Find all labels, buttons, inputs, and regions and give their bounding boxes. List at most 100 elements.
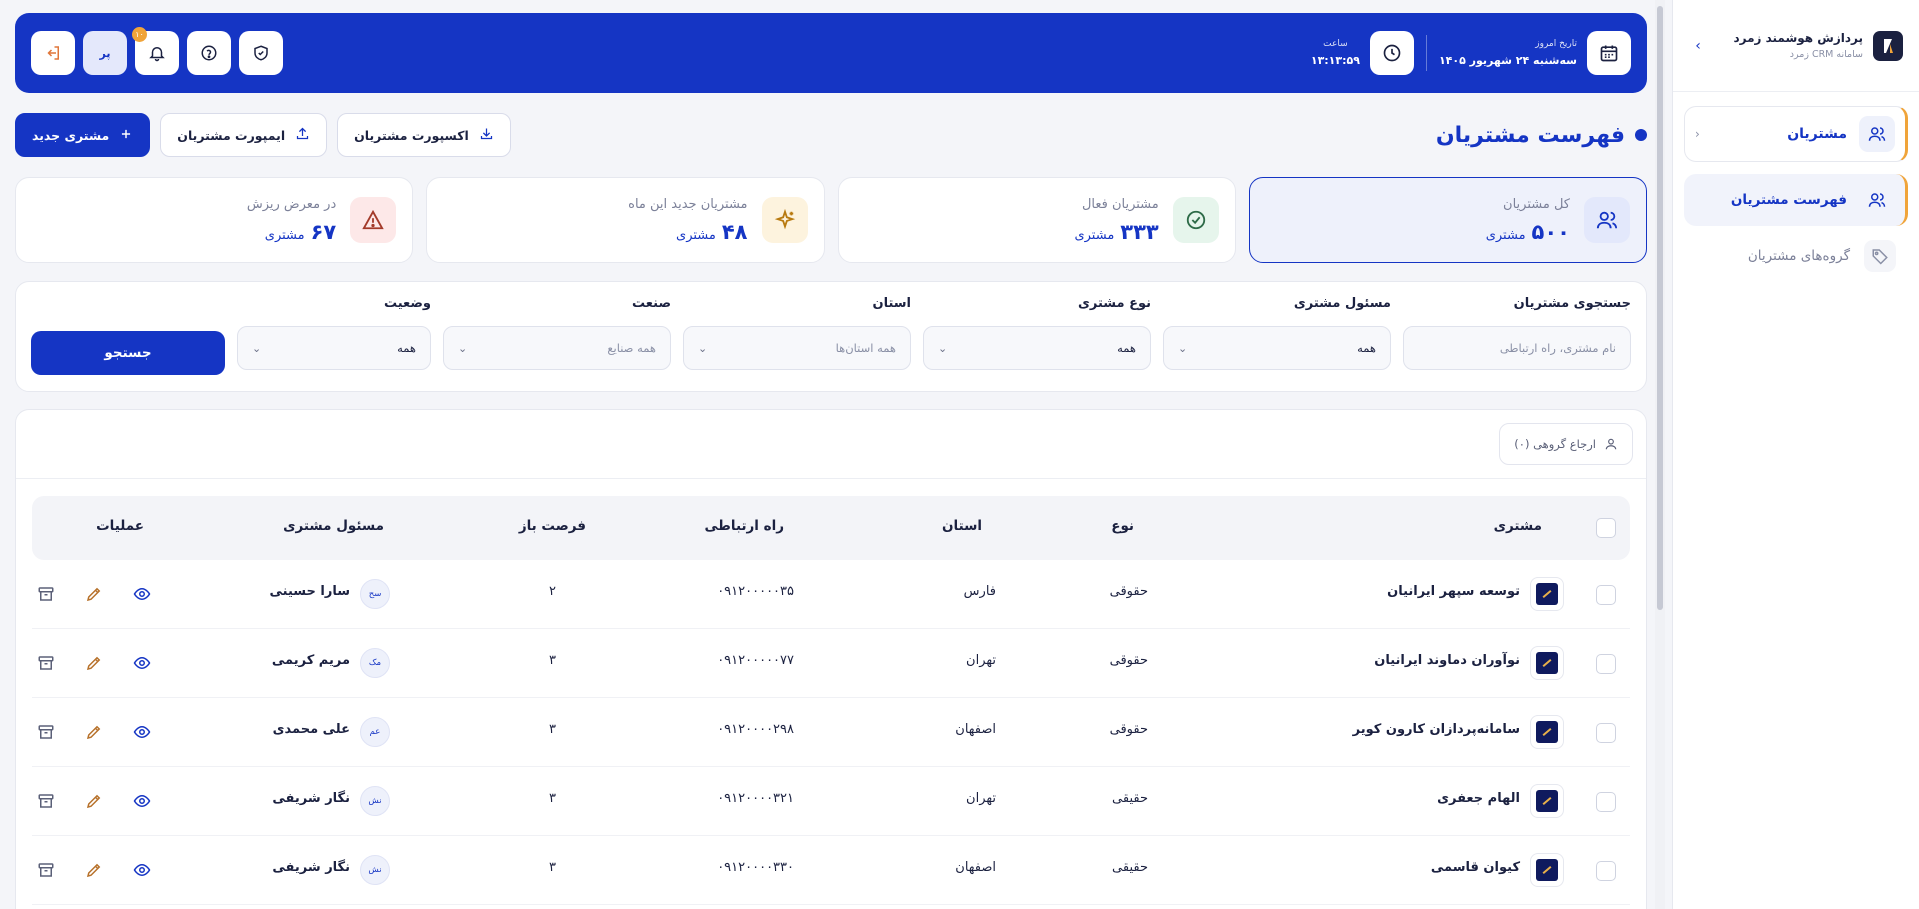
- select-all-checkbox[interactable]: [1596, 518, 1616, 538]
- customer-type: حقیقی: [1112, 791, 1148, 806]
- table-row[interactable]: سامانه‌پردازان کارون کویر حقوقی اصفهان ۰…: [32, 698, 1630, 767]
- sidebar-item-label: فهرست مشتریان: [1730, 192, 1847, 208]
- clock-icon[interactable]: [1369, 31, 1414, 75]
- customer-name[interactable]: سامانه‌پردازان کارون کویر: [1353, 722, 1520, 737]
- view-button[interactable]: [130, 582, 154, 606]
- sidebar-collapse-icon[interactable]: ›: [1687, 38, 1709, 54]
- sidebar-item-customer-groups[interactable]: گروه‌های مشتریان: [1684, 230, 1908, 282]
- archive-button[interactable]: [34, 789, 58, 813]
- customer-province: تهران: [966, 653, 996, 668]
- table-row[interactable]: الهام جعفری حقیقی تهران ۰۹۱۲۰۰۰۰۳۲۱ ۳ نش…: [32, 767, 1630, 836]
- stat-unit: مشتری: [1074, 227, 1115, 243]
- customer-name[interactable]: الهام جعفری: [1437, 791, 1520, 806]
- import-customers-button[interactable]: ایمپورت مشتریان: [160, 113, 328, 157]
- stat-label: مشتریان فعال: [1081, 196, 1159, 212]
- customer-type: حقوقی: [1109, 584, 1148, 599]
- search-input[interactable]: نام مشتری، راه ارتباطی: [1403, 326, 1631, 370]
- status-select[interactable]: همه ⌄: [237, 326, 431, 370]
- customer-logo: [1530, 577, 1564, 611]
- row-checkbox[interactable]: [1596, 585, 1616, 605]
- customer-name[interactable]: نوآوران دماوند ایرانیان: [1374, 653, 1520, 668]
- stat-card-churn-risk[interactable]: در معرض ریزش ۶۷ مشتری: [15, 177, 414, 263]
- archive-icon: [38, 656, 54, 670]
- column-province[interactable]: استان: [942, 518, 982, 534]
- security-button[interactable]: [239, 31, 283, 75]
- archive-button[interactable]: [34, 858, 58, 882]
- eye-icon: [133, 587, 151, 601]
- owner-name: علی محمدی: [272, 722, 350, 737]
- stat-card-active[interactable]: مشتریان فعال ۳۳۳ مشتری: [837, 177, 1236, 263]
- pencil-icon: [86, 863, 101, 878]
- customer-logo: [1530, 646, 1564, 680]
- top-header: تاریخ امروز سه‌شنبه ۲۴ شهریور ۱۴۰۵ ساعت …: [15, 13, 1647, 93]
- open-opportunities: ۳: [549, 791, 556, 806]
- logout-button[interactable]: [31, 31, 75, 75]
- notifications-button[interactable]: ۱۰: [132, 27, 179, 75]
- chevron-down-icon: ⌄: [698, 341, 708, 355]
- edit-button[interactable]: [82, 858, 106, 882]
- new-customer-button[interactable]: مشتری جدید: [15, 113, 151, 157]
- help-button[interactable]: [187, 31, 231, 75]
- column-open-opportunities[interactable]: فرصت باز: [519, 518, 586, 534]
- industry-select[interactable]: همه صنایع ⌄: [443, 326, 671, 370]
- row-checkbox[interactable]: [1596, 723, 1616, 743]
- sidebar-item-customer-list[interactable]: فهرست مشتریان: [1684, 174, 1908, 226]
- avatar[interactable]: پر: [83, 31, 127, 75]
- customer-name[interactable]: کیوان قاسمی: [1431, 860, 1520, 875]
- open-opportunities: ۳: [549, 722, 556, 737]
- archive-button[interactable]: [34, 651, 58, 675]
- import-customers-label: ایمپورت مشتریان: [177, 127, 286, 143]
- chevron-down-icon: ⌄: [252, 341, 262, 355]
- view-button[interactable]: [130, 789, 154, 813]
- edit-button[interactable]: [82, 651, 106, 675]
- edit-button[interactable]: [82, 720, 106, 744]
- column-owner[interactable]: مسئول مشتری: [283, 518, 384, 534]
- edit-button[interactable]: [82, 789, 106, 813]
- filters-panel: جستجوی مشتریان نام مشتری، راه ارتباطی مس…: [15, 281, 1647, 392]
- owner-name: نگار شریفی: [272, 860, 350, 875]
- sidebar-group-customers[interactable]: مشتریان ‹: [1684, 106, 1908, 162]
- customer-contact: ۰۹۱۲۰۰۰۰۳۲۱: [717, 791, 794, 806]
- row-checkbox[interactable]: [1596, 792, 1616, 812]
- archive-button[interactable]: [34, 582, 58, 606]
- table-row[interactable]: توسعه سپهر ایرانیان حقوقی فارس ۰۹۱۲۰۰۰۰۰…: [32, 560, 1630, 629]
- view-button[interactable]: [130, 720, 154, 744]
- owner-name: نگار شریفی: [272, 791, 350, 806]
- view-button[interactable]: [130, 858, 154, 882]
- owner-select[interactable]: همه ⌄: [1163, 326, 1391, 370]
- row-checkbox[interactable]: [1596, 861, 1616, 881]
- customer-type: حقوقی: [1109, 653, 1148, 668]
- group-assign-button[interactable]: ارجاع گروهی (۰): [1499, 423, 1633, 465]
- stat-card-new[interactable]: مشتریان جدید این ماه ۴۸ مشتری: [426, 177, 825, 263]
- view-button[interactable]: [130, 651, 154, 675]
- search-label: جستجوی مشتریان: [1513, 296, 1631, 311]
- sidebar: پردازش هوشمند زمرد سامانه CRM زمرد › مشت…: [1672, 0, 1919, 909]
- archive-button[interactable]: [34, 720, 58, 744]
- column-contact[interactable]: راه ارتباطی: [705, 518, 785, 534]
- title-dot: [1635, 129, 1647, 141]
- type-select[interactable]: همه ⌄: [923, 326, 1151, 370]
- table-header: مشتری نوع استان راه ارتباطی فرصت باز مسئ…: [32, 496, 1630, 560]
- date-label: تاریخ امروز: [1535, 39, 1577, 49]
- search-button[interactable]: جستجو: [31, 331, 225, 375]
- page-scrollbar[interactable]: [1655, 0, 1665, 909]
- customer-name[interactable]: توسعه سپهر ایرانیان: [1387, 584, 1520, 599]
- column-customer[interactable]: مشتری: [1494, 518, 1542, 534]
- help-icon: [201, 45, 217, 61]
- customer-province: اصفهان: [955, 722, 996, 737]
- stat-value: ۶۷: [310, 219, 337, 244]
- owner-avatar: مک: [360, 648, 390, 678]
- column-type[interactable]: نوع: [1111, 518, 1134, 534]
- check-circle-icon: [1172, 197, 1219, 243]
- export-customers-button[interactable]: اکسپورت مشتریان: [337, 113, 511, 157]
- stat-value: ۵۰۰: [1531, 219, 1570, 244]
- province-select[interactable]: همه استان‌ها ⌄: [683, 326, 911, 370]
- calendar-icon[interactable]: [1587, 31, 1631, 75]
- table-row[interactable]: نوآوران دماوند ایرانیان حقوقی تهران ۰۹۱۲…: [32, 629, 1630, 698]
- stat-card-total[interactable]: کل مشتریان ۵۰۰ مشتری: [1248, 177, 1647, 263]
- chevron-down-icon: ⌄: [1178, 341, 1188, 355]
- open-opportunities: ۳: [549, 653, 556, 668]
- table-row[interactable]: کیوان قاسمی حقیقی اصفهان ۰۹۱۲۰۰۰۰۳۳۰ ۳ ن…: [32, 836, 1630, 905]
- edit-button[interactable]: [82, 582, 106, 606]
- row-checkbox[interactable]: [1596, 654, 1616, 674]
